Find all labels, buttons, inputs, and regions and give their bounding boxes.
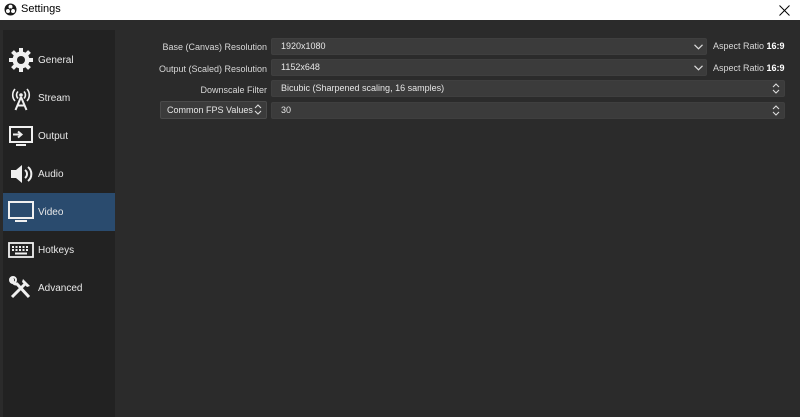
sidebar-item-advanced[interactable]: Advanced xyxy=(3,269,115,307)
sidebar-item-stream[interactable]: Stream xyxy=(3,79,115,117)
antenna-icon xyxy=(7,84,35,112)
downscale-filter-value: Bicubic (Sharpened scaling, 16 samples) xyxy=(281,83,445,93)
tools-icon xyxy=(7,274,35,302)
sidebar-item-audio[interactable]: Audio xyxy=(3,155,115,193)
sidebar-item-hotkeys[interactable]: Hotkeys xyxy=(3,231,115,269)
aspect-ratio-label: Aspect Ratio xyxy=(713,41,765,51)
chevron-down-icon[interactable] xyxy=(690,60,706,75)
window-title: Settings xyxy=(21,3,61,15)
base-aspect-ratio: Aspect Ratio 16:9 xyxy=(713,41,785,51)
settings-window: General Stream Output Audio Video Hotkey… xyxy=(0,20,800,417)
up-down-arrows-icon xyxy=(772,83,780,94)
base-resolution-combo[interactable]: 1920x1080 xyxy=(271,38,707,55)
sidebar-item-label: Output xyxy=(38,130,69,142)
sidebar-item-general[interactable]: General xyxy=(3,41,115,79)
output-monitor-icon xyxy=(7,122,35,150)
sidebar-item-label: Advanced xyxy=(38,282,83,294)
monitor-icon xyxy=(7,198,35,226)
downscale-filter-select[interactable]: Bicubic (Sharpened scaling, 16 samples) xyxy=(271,80,785,97)
close-icon xyxy=(778,4,790,16)
up-down-arrows-icon xyxy=(772,105,780,116)
output-resolution-value: 1152x648 xyxy=(281,62,320,72)
aspect-ratio-value: 16:9 xyxy=(766,63,785,73)
base-resolution-value: 1920x1080 xyxy=(281,41,326,51)
fps-type-select[interactable]: Common FPS Values xyxy=(160,101,267,119)
downscale-filter-label: Downscale Filter xyxy=(200,85,267,95)
gear-icon xyxy=(7,46,35,74)
aspect-ratio-label: Aspect Ratio xyxy=(713,63,765,73)
fps-type-value: Common FPS Values xyxy=(167,105,253,115)
fps-value-select[interactable]: 30 xyxy=(271,102,785,119)
base-resolution-label: Base (Canvas) Resolution xyxy=(162,42,267,52)
title-bar: Settings xyxy=(0,0,800,20)
sidebar-item-label: Hotkeys xyxy=(38,244,75,256)
chevron-down-icon[interactable] xyxy=(690,39,706,54)
sidebar-item-label: Audio xyxy=(38,168,64,180)
sidebar-item-label: Video xyxy=(38,206,64,218)
output-resolution-combo[interactable]: 1152x648 xyxy=(271,59,707,76)
sidebar-item-video[interactable]: Video xyxy=(3,193,115,231)
speaker-icon xyxy=(7,160,35,188)
keyboard-icon xyxy=(7,236,35,264)
sidebar-item-output[interactable]: Output xyxy=(3,117,115,155)
sidebar-item-label: General xyxy=(38,54,74,66)
sidebar-item-label: Stream xyxy=(38,92,71,104)
sidebar: General Stream Output Audio Video Hotkey… xyxy=(3,30,115,417)
aspect-ratio-value: 16:9 xyxy=(766,41,785,51)
up-down-arrows-icon xyxy=(254,104,262,115)
output-aspect-ratio: Aspect Ratio 16:9 xyxy=(713,63,785,73)
app-logo-icon xyxy=(4,3,17,16)
fps-value: 30 xyxy=(281,105,292,115)
close-button[interactable] xyxy=(768,0,800,20)
output-resolution-label: Output (Scaled) Resolution xyxy=(158,64,267,74)
